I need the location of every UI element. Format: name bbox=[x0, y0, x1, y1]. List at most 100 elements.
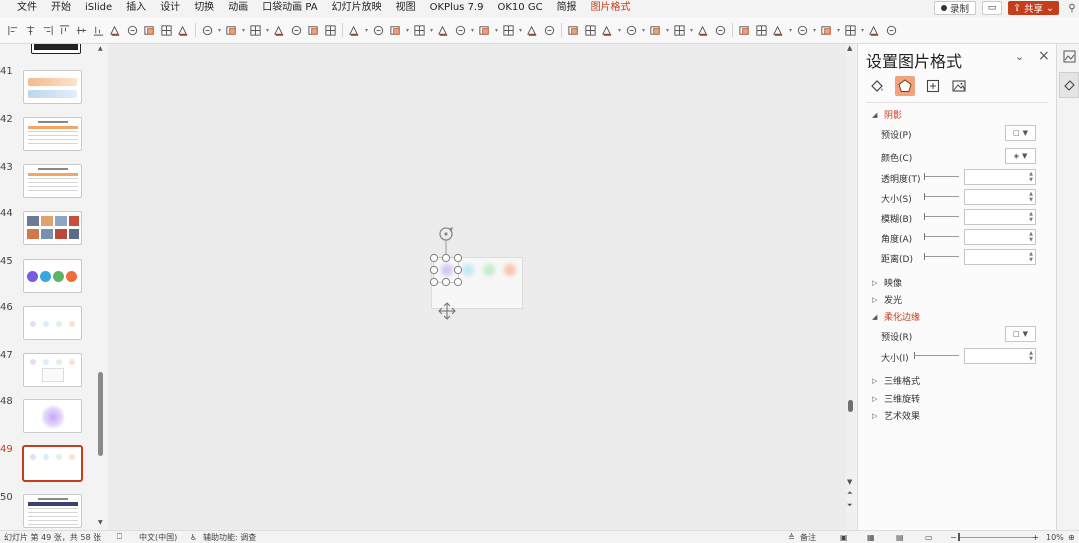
comments-button[interactable]: ▭ bbox=[982, 1, 1003, 15]
dropdown-arrow-icon[interactable]: ▾ bbox=[518, 27, 523, 34]
slide-sorter-icon[interactable]: ▦ bbox=[867, 533, 875, 542]
slide-entry[interactable]: 44 bbox=[0, 208, 100, 248]
select-pane-icon[interactable] bbox=[306, 23, 321, 38]
scroll-up-icon[interactable]: ▲ bbox=[847, 44, 852, 52]
zoom-out-icon[interactable]: − bbox=[950, 533, 957, 542]
font-color-icon[interactable] bbox=[388, 23, 403, 38]
zoom-slider[interactable] bbox=[958, 537, 1038, 538]
thumbnail-scrollbar-thumb[interactable] bbox=[98, 372, 103, 456]
soft-edges-preset-dropdown[interactable]: □ ▼ bbox=[1005, 326, 1036, 342]
slide-thumbnail[interactable] bbox=[23, 399, 82, 433]
shadow-color-dropdown[interactable]: ◈ ▼ bbox=[1005, 148, 1036, 164]
align-center-icon[interactable] bbox=[23, 23, 38, 38]
bring-forward-icon[interactable] bbox=[272, 23, 287, 38]
menu-tab[interactable]: OK10 GC bbox=[490, 1, 549, 15]
distance-slider[interactable] bbox=[925, 256, 959, 257]
send-backward-icon[interactable] bbox=[289, 23, 304, 38]
thumbnail-scrollbar[interactable]: ▲ ▼ bbox=[98, 45, 104, 526]
spin-arrows-icon[interactable]: ▲ ▼ bbox=[1029, 350, 1033, 362]
format-pane-icon[interactable] bbox=[1061, 48, 1077, 64]
section-art-effects[interactable]: ▷ 艺术效果 bbox=[872, 409, 920, 423]
zoom-in-icon[interactable]: + bbox=[1032, 533, 1039, 542]
dropdown-arrow-icon[interactable]: ▾ bbox=[241, 27, 246, 34]
character-spacing-icon[interactable] bbox=[477, 23, 492, 38]
dropdown-arrow-icon[interactable]: ▾ bbox=[665, 27, 670, 34]
ungroup-icon[interactable] bbox=[176, 23, 191, 38]
slide-thumbnail[interactable] bbox=[23, 164, 82, 198]
dropdown-arrow-icon[interactable]: ▾ bbox=[788, 27, 793, 34]
spin-arrows-icon[interactable]: ▲ ▼ bbox=[1029, 211, 1033, 223]
transparency-slider[interactable] bbox=[925, 176, 959, 177]
slide-thumbnail[interactable] bbox=[23, 306, 82, 340]
picture-effect-icon[interactable] bbox=[600, 23, 615, 38]
dropdown-arrow-icon[interactable]: ▾ bbox=[405, 27, 410, 34]
dropdown-arrow-icon[interactable]: ▾ bbox=[836, 27, 841, 34]
picture-border-icon[interactable] bbox=[819, 23, 834, 38]
insert-picture-icon[interactable] bbox=[624, 23, 639, 38]
next-slide-icon[interactable]: ⏷ bbox=[847, 502, 853, 509]
close-icon[interactable]: × bbox=[1038, 48, 1050, 64]
slide-thumbnail-partial[interactable] bbox=[31, 44, 81, 54]
section-glow[interactable]: ▷ 发光 bbox=[872, 293, 902, 307]
menu-tab[interactable]: 文件 bbox=[10, 1, 44, 15]
align-right-icon[interactable] bbox=[40, 23, 55, 38]
slide-entry[interactable]: 48 bbox=[0, 396, 100, 436]
notes-icon[interactable]: ≜ bbox=[788, 533, 795, 542]
dropdown-arrow-icon[interactable]: ▾ bbox=[641, 27, 646, 34]
highlighter-icon[interactable] bbox=[436, 23, 451, 38]
dropdown-arrow-icon[interactable]: ▾ bbox=[217, 27, 222, 34]
menu-tab[interactable]: 插入 bbox=[119, 1, 153, 15]
normal-view-icon[interactable]: ▣ bbox=[840, 533, 848, 542]
tab-fill-line[interactable] bbox=[867, 76, 887, 96]
fill-color-icon[interactable] bbox=[347, 23, 362, 38]
slide-thumbnail[interactable] bbox=[23, 211, 82, 245]
picture-format-icon[interactable] bbox=[754, 23, 769, 38]
star-outline-icon[interactable] bbox=[672, 23, 687, 38]
distribute-horizontal-icon[interactable] bbox=[108, 23, 123, 38]
fit-to-window-icon[interactable]: ⊕ bbox=[1068, 533, 1075, 542]
slide-thumbnail-selected[interactable] bbox=[22, 445, 83, 482]
slide-editing-canvas[interactable] bbox=[108, 44, 846, 530]
accessibility-icon[interactable]: ♿ bbox=[190, 533, 197, 542]
chevron-down-icon[interactable]: ⌄ bbox=[1015, 50, 1024, 63]
star-icon[interactable] bbox=[648, 23, 663, 38]
menu-tab[interactable]: 口袋动画 PA bbox=[255, 1, 324, 15]
text-effect-icon[interactable] bbox=[453, 23, 468, 38]
image-icon[interactable] bbox=[771, 23, 786, 38]
canvas-scrollbar[interactable]: ▲ ▼ ⏶ ⏷ bbox=[846, 44, 856, 530]
notes-button[interactable]: 备注 bbox=[800, 532, 816, 543]
previous-slide-icon[interactable]: ⏶ bbox=[847, 490, 853, 497]
distribute-icon[interactable] bbox=[142, 23, 157, 38]
link-icon[interactable] bbox=[867, 23, 882, 38]
align-bottom-icon[interactable] bbox=[91, 23, 106, 38]
shape-icon[interactable] bbox=[583, 23, 598, 38]
slide-thumbnail[interactable] bbox=[23, 259, 82, 293]
dropdown-arrow-icon[interactable]: ▾ bbox=[812, 27, 817, 34]
zoom-slider-thumb[interactable] bbox=[958, 533, 960, 541]
slide-thumbnail[interactable] bbox=[23, 117, 82, 151]
tab-picture[interactable] bbox=[949, 76, 969, 96]
menu-tab[interactable]: 简报 bbox=[550, 1, 584, 15]
picture-style-icon[interactable] bbox=[795, 23, 810, 38]
crop-icon[interactable] bbox=[566, 23, 581, 38]
align-left-icon[interactable] bbox=[6, 23, 21, 38]
distance-spinner[interactable]: ▲ ▼ bbox=[964, 249, 1036, 265]
dropdown-arrow-icon[interactable]: ▾ bbox=[364, 27, 369, 34]
theme-icon[interactable] bbox=[713, 23, 728, 38]
text-color-icon[interactable] bbox=[412, 23, 427, 38]
menu-tab[interactable]: 切换 bbox=[187, 1, 221, 15]
tab-size-properties[interactable] bbox=[923, 76, 943, 96]
spin-arrows-icon[interactable]: ▲ ▼ bbox=[1029, 191, 1033, 203]
dropdown-arrow-icon[interactable]: ▾ bbox=[860, 27, 865, 34]
scroll-up-icon[interactable]: ▲ bbox=[98, 45, 103, 52]
spellcheck-icon[interactable]: ⎕ bbox=[117, 532, 122, 542]
spin-arrows-icon[interactable]: ▲ ▼ bbox=[1029, 231, 1033, 243]
menu-tab[interactable]: OKPlus 7.9 bbox=[423, 1, 491, 15]
spin-arrows-icon[interactable]: ▲ ▼ bbox=[1029, 251, 1033, 263]
section-reflection[interactable]: ▷ 映像 bbox=[872, 276, 902, 290]
size-slider[interactable] bbox=[925, 196, 959, 197]
slide-entry[interactable]: 43 bbox=[0, 162, 100, 202]
accessibility-status[interactable]: 辅助功能: 调查 bbox=[203, 532, 256, 543]
slide-entry[interactable]: 41 bbox=[0, 66, 100, 106]
angle-spinner[interactable]: ▲ ▼ bbox=[964, 229, 1036, 245]
